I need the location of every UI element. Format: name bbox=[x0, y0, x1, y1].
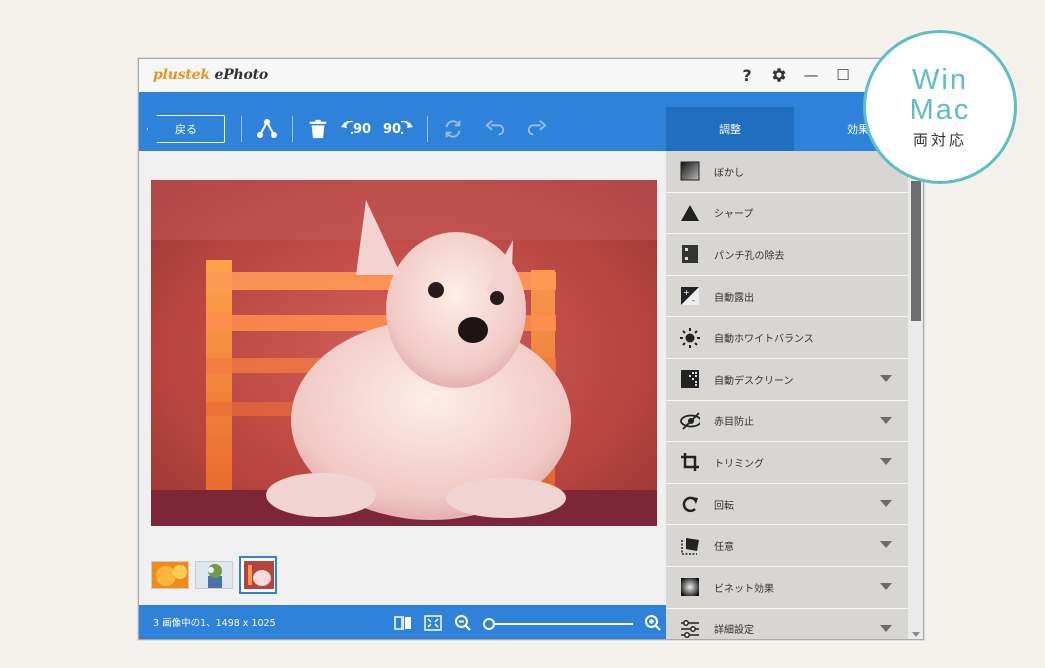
panel-item-crop[interactable]: トリミング bbox=[666, 442, 908, 484]
rotate-right-label: 90 bbox=[382, 121, 402, 137]
white-balance-icon bbox=[680, 327, 700, 348]
toolbar-separator bbox=[241, 116, 242, 142]
panel-item-label: 自動デスクリーン bbox=[714, 375, 794, 387]
logo-product: ePhoto bbox=[209, 67, 269, 83]
gear-icon[interactable] bbox=[769, 65, 789, 85]
panel-item-label: 自動ホワイトバランス bbox=[714, 334, 814, 346]
chevron-down-icon[interactable] bbox=[880, 582, 892, 590]
custom-icon bbox=[680, 536, 700, 556]
thumbnail-3-selected[interactable] bbox=[239, 556, 277, 594]
minimize-button[interactable]: — bbox=[801, 65, 821, 85]
title-bar: plustek ePhoto ? — ☐ bbox=[139, 59, 923, 92]
help-icon[interactable]: ? bbox=[737, 65, 757, 85]
image-canvas bbox=[139, 151, 666, 605]
zoom-slider-track bbox=[489, 623, 633, 625]
toolbar-separator bbox=[292, 116, 293, 142]
settings-sliders-icon bbox=[680, 619, 700, 639]
panel-item-label: シャープ bbox=[714, 209, 754, 221]
status-bar: 3 画像中の1、1498 x 1025 bbox=[139, 605, 666, 639]
panel-item-label: 詳細設定 bbox=[714, 625, 754, 637]
panel-item-white-balance[interactable]: 自動ホワイトバランス bbox=[666, 317, 908, 359]
redo-icon[interactable] bbox=[520, 112, 554, 146]
thumbnail-2[interactable] bbox=[195, 561, 233, 589]
panel-item-vignette[interactable]: ビネット効果 bbox=[666, 566, 908, 609]
chevron-down-icon[interactable] bbox=[880, 416, 892, 424]
badge-mac: Mac bbox=[909, 93, 971, 126]
compare-view-icon[interactable] bbox=[393, 613, 413, 633]
badge-both-supported: 両対応 bbox=[912, 130, 967, 149]
panel-item-label: ビネット効果 bbox=[714, 583, 774, 595]
app-window: plustek ePhoto ? — ☐ 戻る 90 90 調整 効果 3 画像… bbox=[138, 58, 924, 640]
status-text: 3 画像中の1、1498 x 1025 bbox=[153, 618, 276, 629]
sharpen-icon bbox=[680, 203, 700, 223]
panel-item-descreen[interactable]: 自動デスクリーン bbox=[666, 358, 908, 401]
panel-item-label: 赤目防止 bbox=[714, 417, 754, 429]
panel-item-exposure[interactable]: + - 自動露出 bbox=[666, 275, 908, 318]
thumbnail-1[interactable] bbox=[151, 561, 189, 589]
panel-item-advanced[interactable]: 詳細設定 bbox=[666, 608, 908, 639]
flip-icon[interactable] bbox=[436, 112, 470, 146]
svg-text:+: + bbox=[683, 288, 690, 297]
zoom-out-icon[interactable] bbox=[453, 613, 473, 633]
panel-item-sharpen[interactable]: シャープ bbox=[666, 192, 908, 235]
scroll-down-icon[interactable] bbox=[912, 632, 920, 637]
rotate-left-icon[interactable]: 90 bbox=[335, 112, 375, 146]
thumbnail-strip bbox=[151, 556, 277, 594]
panel-item-label: 回転 bbox=[714, 500, 734, 512]
chevron-down-icon[interactable] bbox=[880, 374, 892, 382]
exposure-icon: + - bbox=[680, 286, 700, 306]
chevron-down-icon[interactable] bbox=[880, 541, 892, 549]
panel-item-rotate[interactable]: 回転 bbox=[666, 483, 908, 526]
undo-icon[interactable] bbox=[478, 112, 512, 146]
zoom-slider-knob[interactable] bbox=[483, 618, 495, 630]
red-eye-icon bbox=[680, 411, 700, 431]
platform-badge: Win Mac 両対応 bbox=[863, 30, 1017, 184]
panel-item-label: ぼかし bbox=[714, 167, 744, 179]
tab-adjust[interactable]: 調整 bbox=[666, 107, 794, 151]
logo-brand: plustek bbox=[153, 67, 210, 83]
vignette-icon bbox=[680, 577, 700, 597]
zoom-in-icon[interactable] bbox=[643, 613, 663, 633]
panel-item-label: 任意 bbox=[714, 542, 734, 554]
panel-item-punch-hole[interactable]: パンチ孔の除去 bbox=[666, 234, 908, 276]
share-icon[interactable] bbox=[250, 112, 284, 146]
panel-item-label: パンチ孔の除去 bbox=[714, 250, 785, 262]
svg-text:-: - bbox=[692, 296, 695, 305]
rotate-right-icon[interactable]: 90 bbox=[379, 112, 419, 146]
blur-icon bbox=[680, 161, 700, 181]
crop-icon bbox=[680, 452, 700, 472]
panel-item-label: 自動露出 bbox=[714, 292, 754, 304]
app-logo: plustek ePhoto bbox=[153, 67, 268, 83]
chevron-down-icon[interactable] bbox=[880, 499, 892, 507]
preview-photo bbox=[151, 180, 657, 526]
back-button[interactable]: 戻る bbox=[147, 115, 225, 143]
panel-scrollbar[interactable] bbox=[908, 151, 923, 639]
maximize-button[interactable]: ☐ bbox=[833, 65, 853, 85]
rotate-icon bbox=[680, 494, 700, 514]
chevron-down-icon[interactable] bbox=[880, 458, 892, 466]
badge-win: Win bbox=[912, 63, 968, 96]
trash-icon[interactable] bbox=[301, 112, 335, 146]
title-icons: ? — ☐ bbox=[737, 65, 853, 85]
panel-item-label: トリミング bbox=[714, 458, 764, 470]
fit-screen-icon[interactable] bbox=[423, 613, 443, 633]
toolbar-separator bbox=[427, 116, 428, 142]
panel-item-custom[interactable]: 任意 bbox=[666, 525, 908, 567]
adjustment-panel: ぼかし シャープ パンチ孔の除去 + - 自動露出 自動ホワイトバランス 自動デス… bbox=[666, 151, 908, 639]
accent-strip bbox=[139, 92, 923, 107]
rotate-left-label: 90 bbox=[352, 121, 372, 137]
panel-item-blur[interactable]: ぼかし bbox=[666, 151, 908, 193]
toolbar: 戻る 90 90 bbox=[139, 107, 666, 151]
view-controls bbox=[393, 613, 663, 633]
chevron-down-icon[interactable] bbox=[880, 624, 892, 632]
scrollbar-thumb[interactable] bbox=[911, 181, 921, 321]
descreen-icon bbox=[680, 369, 700, 389]
zoom-slider[interactable] bbox=[483, 613, 633, 633]
punch-hole-icon bbox=[680, 244, 700, 264]
panel-item-red-eye[interactable]: 赤目防止 bbox=[666, 400, 908, 443]
